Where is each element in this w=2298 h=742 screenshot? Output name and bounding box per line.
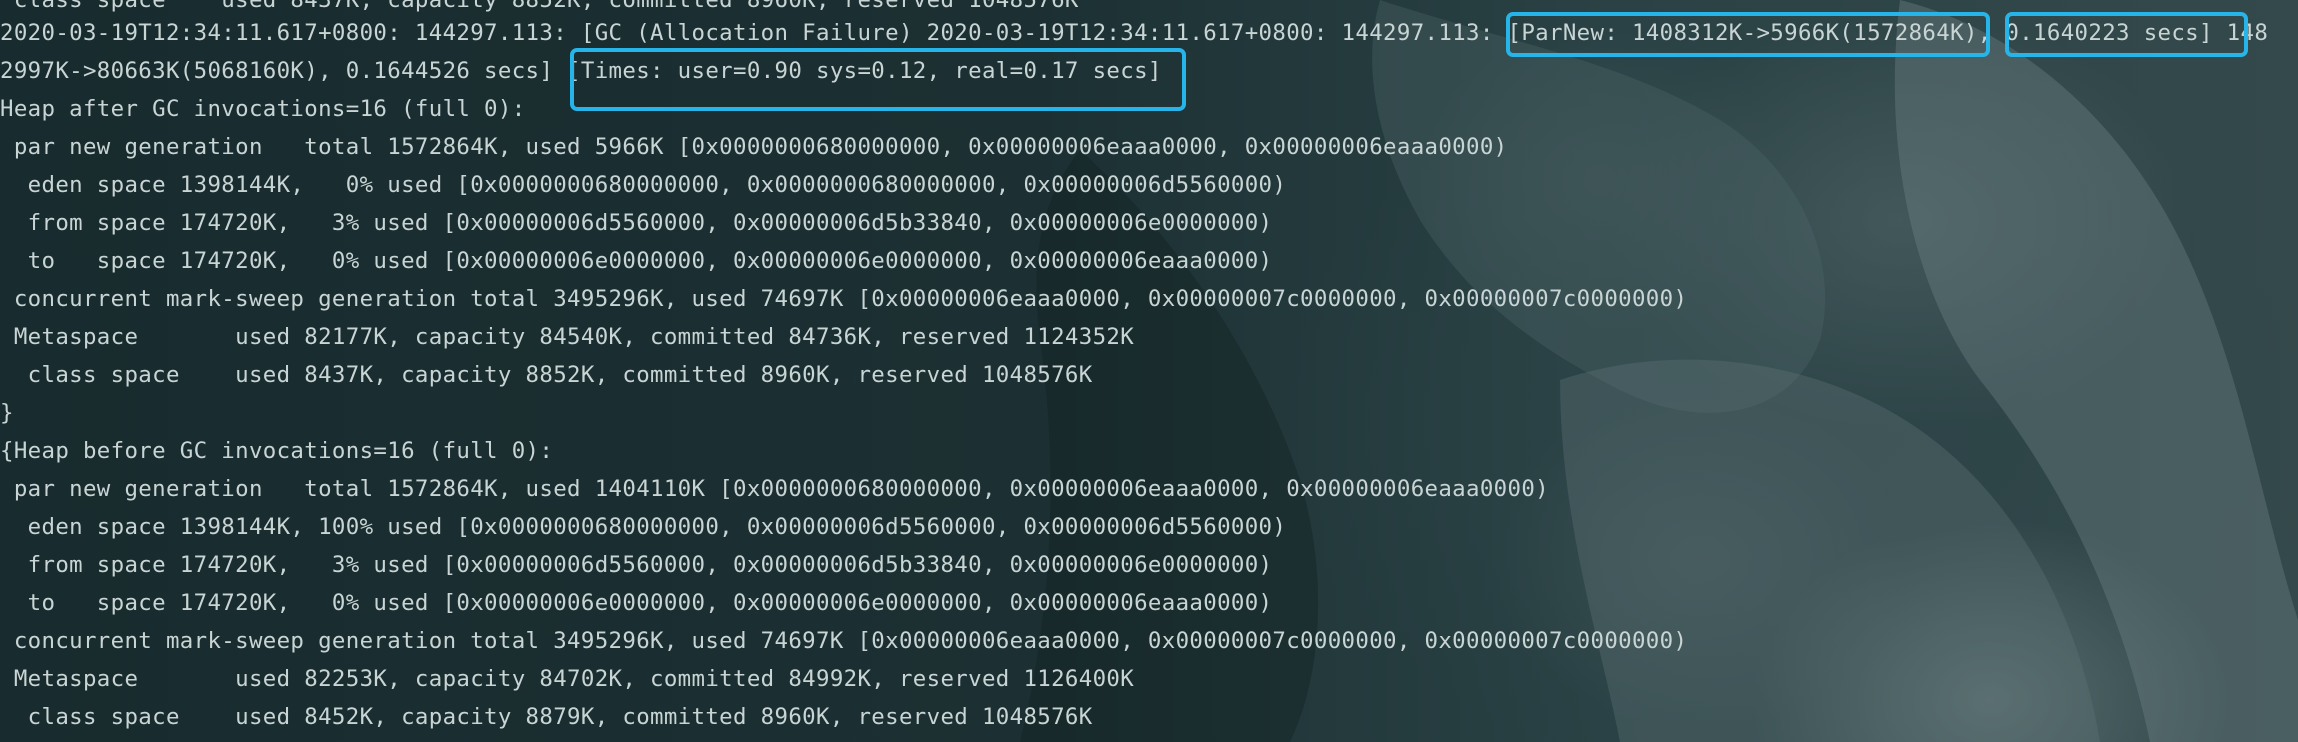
log-line: from space 174720K, 3% used [0x00000006d… [0,210,1273,236]
terminal-window: class space used 8437K, capacity 8852K, … [0,0,2298,742]
log-line: par new generation total 1572864K, used … [0,134,1508,160]
log-line: concurrent mark-sweep generation total 3… [0,286,1688,312]
log-line: to space 174720K, 0% used [0x00000006e00… [0,248,1273,274]
log-line: par new generation total 1572864K, used … [0,476,1549,502]
highlight-gc-time-box [2005,12,2248,57]
highlight-times-box [570,48,1186,111]
highlight-parnew-box [1506,12,1990,57]
gc-log-output: class space used 8437K, capacity 8852K, … [0,0,2298,742]
log-line: from space 174720K, 3% used [0x00000006d… [0,552,1273,578]
log-line: Metaspace used 82253K, capacity 84702K, … [0,666,1135,692]
log-line: concurrent mark-sweep generation total 3… [0,628,1688,654]
log-line: eden space 1398144K, 0% used [0x00000006… [0,172,1287,198]
log-line: } [0,400,14,426]
log-line: Metaspace used 82177K, capacity 84540K, … [0,324,1135,350]
log-line: class space used 8452K, capacity 8879K, … [0,704,1093,730]
log-line: class space used 8437K, capacity 8852K, … [0,362,1093,388]
log-line: Heap after GC invocations=16 (full 0): [0,96,526,122]
log-line: eden space 1398144K, 100% used [0x000000… [0,514,1287,540]
log-line: to space 174720K, 0% used [0x00000006e00… [0,590,1273,616]
log-line: {Heap before GC invocations=16 (full 0): [0,438,554,464]
